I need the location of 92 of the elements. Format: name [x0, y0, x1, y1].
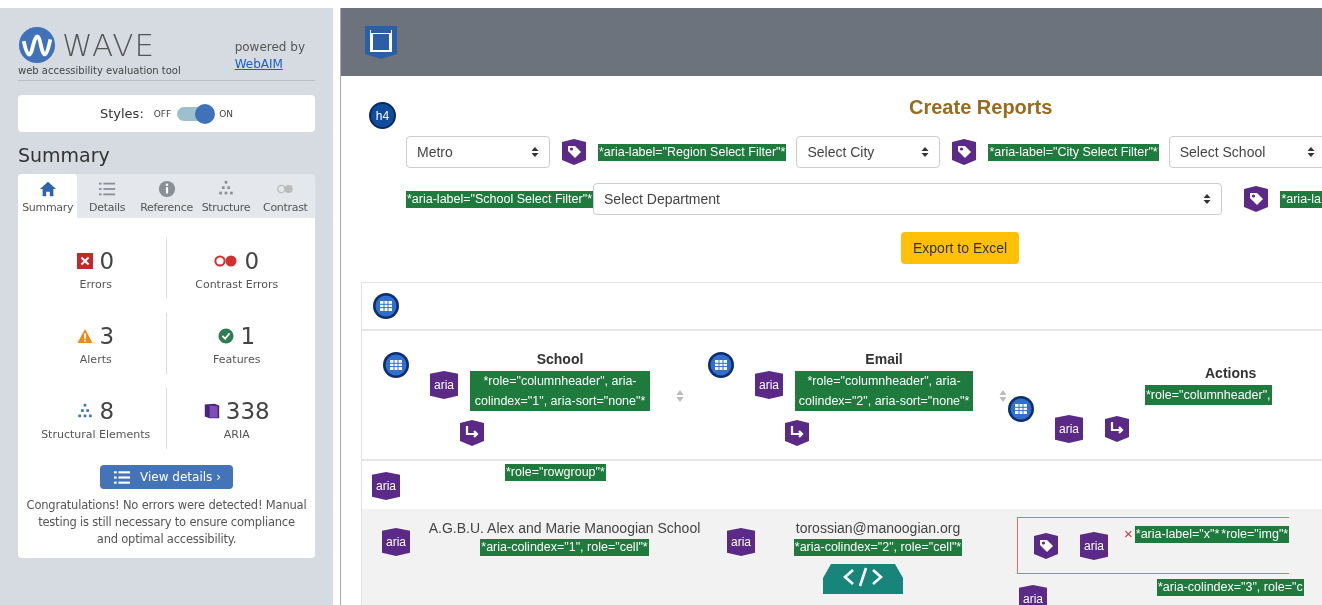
caret-icon — [921, 146, 930, 158]
app-tagline: web accessibility evaluation tool — [18, 65, 181, 76]
window-icon — [363, 24, 399, 60]
info-icon — [157, 180, 176, 198]
aria-badge: aria — [1080, 532, 1108, 560]
stat-label: Alerts — [79, 353, 112, 366]
stat-count: 0 — [99, 248, 115, 274]
filter-select[interactable]: Metro — [406, 136, 550, 168]
panel-tab[interactable]: Details — [77, 174, 137, 218]
export-button[interactable]: Export to Excel — [901, 232, 1020, 264]
panel-tab[interactable]: Summary — [18, 174, 78, 218]
aria-note: *aria-la — [1280, 190, 1322, 208]
code-icon — [823, 564, 903, 594]
tag-icon — [950, 138, 979, 166]
filter-select[interactable]: Select Department — [593, 183, 1223, 215]
tag-icon — [560, 138, 588, 166]
tag-icon — [1032, 532, 1060, 560]
table-icon — [372, 292, 400, 320]
column-header[interactable]: Actions — [1205, 365, 1257, 381]
aria-note: *role="columnheader", — [1145, 385, 1272, 405]
stat-count: 1 — [240, 323, 256, 349]
error-icon — [77, 253, 94, 269]
caret-icon — [1307, 146, 1315, 158]
filter-select[interactable]: Select City — [796, 136, 941, 168]
table-cell-text: A.G.B.U. Alex and Marie Manoogian School — [428, 519, 701, 538]
stat-label: Contrast Errors — [195, 278, 279, 291]
wave-logo-icon — [18, 26, 56, 64]
stat-count: 3 — [99, 323, 115, 349]
aria-book-icon — [203, 403, 220, 419]
webaim-link[interactable]: WebAIM — [234, 57, 305, 71]
aria-badge: aria — [1055, 415, 1083, 443]
aria-badge: aria — [372, 472, 400, 500]
aria-note: *aria-label="x"* — [1134, 526, 1221, 543]
table-icon — [707, 351, 735, 379]
error-mark: × — [1124, 526, 1133, 541]
aria-note: *role="columnheader", aria-colindex="2", aria-sort="none"* — [795, 371, 974, 411]
app-name: WAVE — [62, 27, 155, 63]
stat-label: Structural Elements — [41, 428, 151, 441]
caret-icon — [1203, 193, 1212, 205]
list-icon — [98, 180, 117, 198]
aria-badge: aria — [430, 371, 458, 399]
panel-tab[interactable]: Structure — [196, 174, 256, 218]
hierarchy-icon — [77, 403, 94, 419]
panel-tab[interactable]: Reference — [136, 174, 197, 218]
off-label: OFF — [153, 108, 172, 119]
list-icon — [114, 470, 131, 484]
sort-icon[interactable] — [676, 389, 684, 403]
stat-label: Errors — [79, 278, 112, 291]
contrast-error-icon — [214, 254, 239, 268]
styles-label: Styles: — [99, 106, 144, 121]
stat-label: Features — [213, 353, 261, 366]
heading-badge: h4 — [369, 102, 396, 129]
aria-note: *aria-colindex="3", role="c — [1157, 579, 1304, 596]
filter-select[interactable]: Select School — [1168, 136, 1322, 168]
result-message: Congratulations! No errors were detected! Manual testing is still necessary to ensure compliance and optimal accessibility. — [26, 497, 307, 548]
aria-note: *aria-label="School Select Filter"* — [406, 190, 593, 208]
table-cell-text: torossian@manoogian.org — [795, 519, 961, 538]
aria-note: *aria-colindex="1", role="cell"* — [480, 539, 649, 556]
aria-note: *aria-label="City Select Filter"* — [988, 143, 1159, 161]
redirect-arrow-icon — [783, 419, 811, 447]
home-icon — [38, 180, 57, 198]
alert-icon — [77, 328, 94, 344]
aria-note: *role="rowgroup"* — [505, 464, 606, 481]
aria-note: *role="img"* — [1220, 526, 1290, 543]
table-icon — [382, 351, 410, 379]
caret-icon — [531, 146, 539, 158]
tag-icon — [1242, 185, 1271, 213]
stat-count: 0 — [244, 248, 260, 274]
powered-by-text: powered by — [234, 40, 305, 54]
stat-count: 8 — [99, 398, 115, 424]
summary-heading: Summary — [18, 144, 111, 166]
aria-badge: aria — [755, 371, 783, 399]
column-header[interactable]: Email — [865, 351, 903, 367]
panel-tab[interactable]: Contrast — [255, 174, 316, 218]
column-header[interactable]: School — [536, 351, 584, 367]
aria-note: *aria-label="Region Select Filter"* — [598, 143, 787, 161]
on-label: ON — [219, 108, 234, 119]
aria-badge: aria — [727, 528, 755, 556]
check-icon — [218, 328, 235, 344]
table-icon — [1007, 395, 1035, 423]
aria-note: *aria-colindex="2", role="cell"* — [793, 539, 963, 556]
aria-badge: aria — [382, 528, 410, 556]
aria-note: *role="columnheader", aria-colindex="1", aria-sort="none"* — [470, 371, 650, 411]
stat-label: ARIA — [223, 428, 250, 441]
aria-badge: aria — [1019, 585, 1047, 605]
redirect-arrow-icon — [458, 419, 486, 447]
page-title: Create Reports — [909, 96, 1053, 119]
view-details-button[interactable]: View details › — [100, 465, 233, 489]
stat-count: 338 — [225, 398, 270, 424]
styles-toggle[interactable] — [177, 106, 214, 121]
redirect-arrow-icon — [1103, 415, 1131, 443]
sort-icon[interactable] — [999, 389, 1007, 403]
